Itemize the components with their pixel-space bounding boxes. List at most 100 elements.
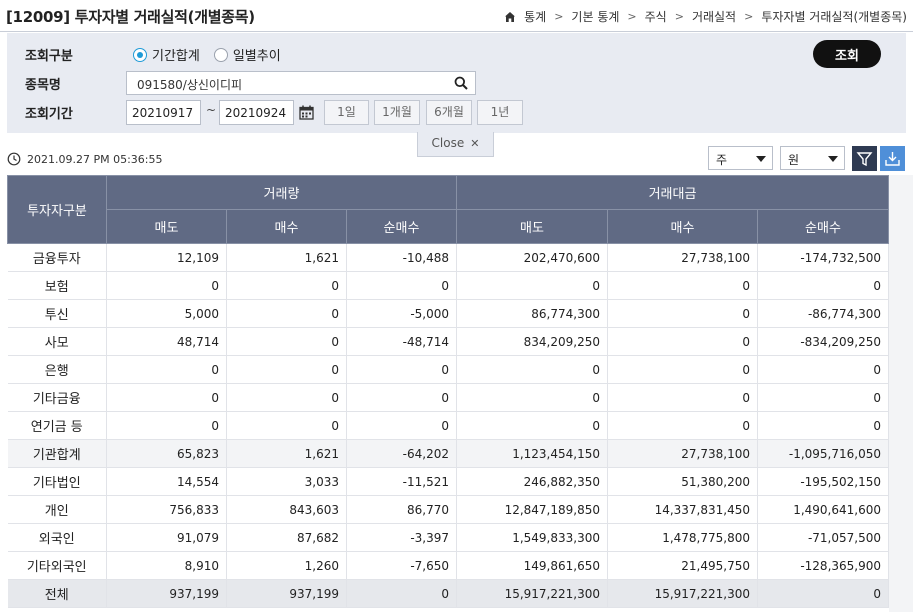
chevron-right-icon: > xyxy=(554,10,564,23)
period-1month-button[interactable]: 1개월 xyxy=(374,100,420,125)
investor-label: 연기금 등 xyxy=(7,411,107,440)
end-date-input[interactable]: 20210924 xyxy=(219,100,294,125)
close-label: Close xyxy=(431,136,465,150)
table-cell: 0 xyxy=(226,383,347,412)
table-cell: 0 xyxy=(106,383,227,412)
table-cell: 0 xyxy=(346,383,457,412)
table-cell: -5,000 xyxy=(346,299,457,328)
table-cell: 0 xyxy=(226,271,347,300)
period-1year-button[interactable]: 1년 xyxy=(477,100,523,125)
header-buy-volume[interactable]: 매수 xyxy=(226,209,347,244)
investor-label: 개인 xyxy=(7,495,107,524)
table-cell: -7,650 xyxy=(346,551,457,580)
table-cell: 0 xyxy=(346,271,457,300)
table-cell: 14,554 xyxy=(106,467,227,496)
table-cell: 15,917,221,300 xyxy=(607,579,758,608)
close-panel-button[interactable]: Close ✕ xyxy=(417,132,494,157)
table-cell: 65,823 xyxy=(106,439,227,468)
date-range-separator: ~ xyxy=(206,103,217,117)
header-buy-value[interactable]: 매수 xyxy=(607,209,758,244)
breadcrumb-item[interactable]: 투자자별 거래실적(개별종목) xyxy=(761,8,907,25)
header-sell-volume[interactable]: 매도 xyxy=(106,209,227,244)
investor-label: 기타외국인 xyxy=(7,551,107,580)
table-cell: -71,057,500 xyxy=(757,523,889,552)
query-button[interactable]: 조회 xyxy=(813,40,881,68)
investor-label: 기타금융 xyxy=(7,383,107,412)
currency-unit-value: 원 xyxy=(788,153,800,167)
table-cell: 0 xyxy=(106,411,227,440)
investor-label: 사모 xyxy=(7,327,107,356)
page-title: [12009] 투자자별 거래실적(개별종목) xyxy=(6,8,255,26)
header-net-value[interactable]: 순매수 xyxy=(757,209,889,244)
table-row[interactable]: 사모 48,714 0 -48,714 834,209,250 0 -834,209,250 xyxy=(7,327,889,356)
clock-icon xyxy=(7,152,21,166)
table-row[interactable]: 기관합계 65,823 1,621 -64,202 1,123,454,150 27,73… xyxy=(7,439,889,468)
table-cell: 937,199 xyxy=(226,579,347,608)
table-row[interactable]: 전체 937,199 937,199 0 15,917,221,300 15,917,22… xyxy=(7,579,889,608)
table-row[interactable]: 보험 0 0 0 0 0 0 xyxy=(7,271,889,300)
table-cell: 756,833 xyxy=(106,495,227,524)
table-cell: 0 xyxy=(226,355,347,384)
table-cell: 12,847,189,850 xyxy=(456,495,608,524)
timestamp: 2021.09.27 PM 05:36:55 xyxy=(7,152,163,166)
header-sell-value[interactable]: 매도 xyxy=(456,209,608,244)
table-cell: -48,714 xyxy=(346,327,457,356)
download-button[interactable] xyxy=(880,146,905,171)
breadcrumb-item[interactable]: 통계 xyxy=(524,8,546,25)
table-cell: 0 xyxy=(757,383,889,412)
breadcrumb-item[interactable]: 기본 통계 xyxy=(571,8,619,25)
table-cell: 0 xyxy=(106,355,227,384)
table-cell: 0 xyxy=(607,327,758,356)
investor-label: 기관합계 xyxy=(7,439,107,468)
calendar-icon[interactable] xyxy=(299,105,314,120)
table-cell: 87,682 xyxy=(226,523,347,552)
stock-value: 091580/상신이디피 xyxy=(137,78,243,92)
table-cell: 1,478,775,800 xyxy=(607,523,758,552)
chevron-right-icon: > xyxy=(627,10,637,23)
table-cell: 834,209,250 xyxy=(456,327,608,356)
home-icon[interactable] xyxy=(504,11,516,23)
header-net-volume[interactable]: 순매수 xyxy=(346,209,457,244)
table-cell: 5,000 xyxy=(106,299,227,328)
table-cell: 0 xyxy=(757,355,889,384)
table-row[interactable]: 연기금 등000000 xyxy=(7,411,889,440)
investor-label: 투신 xyxy=(7,299,107,328)
investor-label: 은행 xyxy=(7,355,107,384)
table-cell: -86,774,300 xyxy=(757,299,889,328)
radio-unchecked-icon[interactable] xyxy=(213,47,228,62)
radio-checked-icon[interactable] xyxy=(133,47,147,62)
table-cell: 0 xyxy=(346,355,457,384)
table-row[interactable]: 은행 0 0 0 0 0 0 xyxy=(7,355,889,384)
period-6month-button[interactable]: 6개월 xyxy=(426,100,472,125)
vertical-scrollbar[interactable] xyxy=(889,175,913,612)
table-cell: 0 xyxy=(456,383,608,412)
breadcrumb-item[interactable]: 거래실적 xyxy=(692,8,736,25)
search-icon[interactable] xyxy=(454,76,468,90)
currency-unit-select[interactable]: 원 xyxy=(780,146,845,170)
table-row[interactable]: 외국인 91,079 87,682 -3,397 1,549,833,300 1,478,… xyxy=(7,523,889,552)
type-radio-group: 기간합계 일별추이 xyxy=(133,45,281,64)
table-row[interactable]: 개인 756,833 843,603 86,770 12,847,189,850 14,3… xyxy=(7,495,889,524)
table-cell: 0 xyxy=(456,271,608,300)
investor-label: 전체 xyxy=(7,579,107,608)
period-unit-select[interactable]: 주 xyxy=(708,146,773,170)
table-row[interactable]: 금융투자 12,109 1,621 -10,488 202,470,600 27,738,… xyxy=(7,243,889,272)
table-cell: 0 xyxy=(456,355,608,384)
stock-search-input[interactable]: 091580/상신이디피 xyxy=(126,71,476,95)
close-icon: ✕ xyxy=(470,137,480,150)
table-row[interactable]: 기타법인 14,554 3,033 -11,521 246,882,350 51,380,… xyxy=(7,467,889,496)
table-row[interactable]: 투신 5,000 0 -5,000 86,774,300 0 -86,774,300 xyxy=(7,299,889,328)
table-cell: 51,380,200 xyxy=(607,467,758,496)
table-row[interactable]: 기타외국인 8,910 1,260 -7,650 149,861,650 21,495,7… xyxy=(7,551,889,580)
table-cell: 1,260 xyxy=(226,551,347,580)
table-cell: 202,470,600 xyxy=(456,243,608,272)
period-1day-button[interactable]: 1일 xyxy=(324,100,369,125)
start-date-input[interactable]: 20210917 xyxy=(126,100,201,125)
breadcrumb-item[interactable]: 주식 xyxy=(645,8,667,25)
table-cell: 1,549,833,300 xyxy=(456,523,608,552)
table-row[interactable]: 기타금융 0 0 0 0 0 0 xyxy=(7,383,889,412)
period-unit-value: 주 xyxy=(716,153,728,167)
radio-daily-trend[interactable]: 일별추이 xyxy=(213,45,281,64)
radio-period-sum[interactable]: 기간합계 xyxy=(133,45,200,64)
filter-button[interactable] xyxy=(852,146,877,171)
